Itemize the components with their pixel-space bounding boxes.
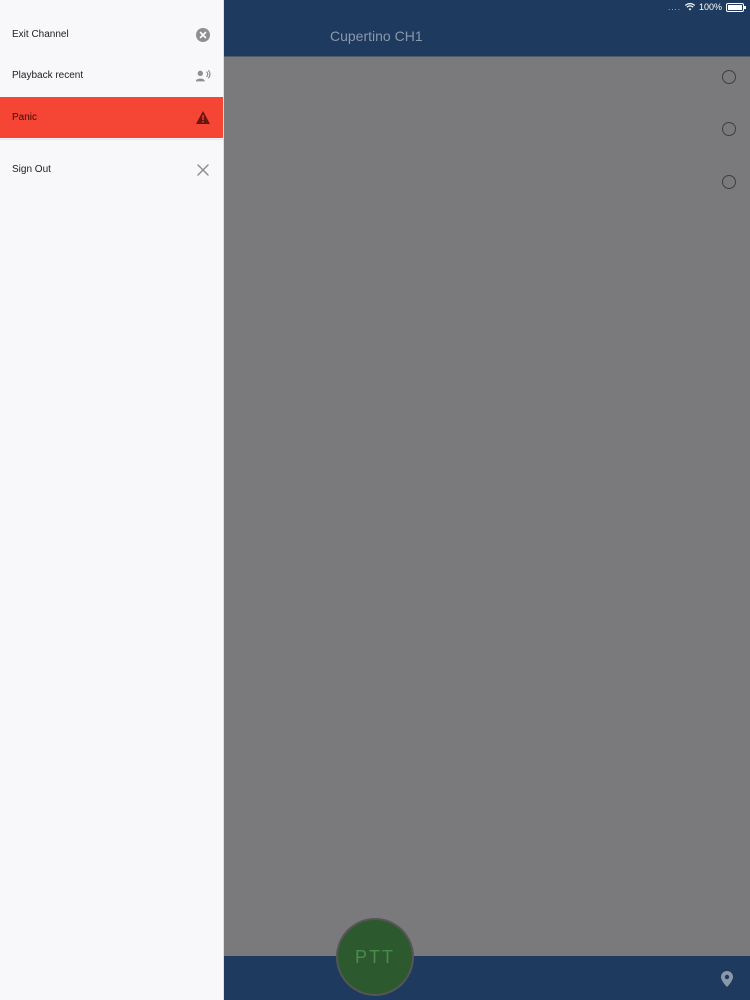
speaker-person-icon <box>195 68 211 84</box>
menu-item-label: Playback recent <box>12 70 84 81</box>
menu-item-playback-recent[interactable]: Playback recent <box>0 55 223 96</box>
menu-item-sign-out[interactable]: Sign Out <box>0 149 223 190</box>
channel-radio-1[interactable] <box>722 70 736 84</box>
side-drawer: Exit Channel Playback recent Panic Sign … <box>0 0 223 1000</box>
app-screen: .... 100% Cupertino CH1 PTT Exit Channel <box>0 0 750 1000</box>
channel-radio-3[interactable] <box>722 175 736 189</box>
menu-item-label: Exit Channel <box>12 29 69 40</box>
ptt-button[interactable]: PTT <box>338 920 412 994</box>
warning-icon <box>195 110 211 126</box>
menu-item-exit-channel[interactable]: Exit Channel <box>0 14 223 55</box>
menu-item-panic[interactable]: Panic <box>0 97 223 138</box>
menu-item-label: Sign Out <box>12 164 51 175</box>
location-pin-icon[interactable] <box>720 970 734 988</box>
channel-radio-2[interactable] <box>722 122 736 136</box>
battery-icon <box>726 2 746 12</box>
menu-item-label: Panic <box>12 112 38 123</box>
battery-percent: 100% <box>698 2 722 12</box>
channel-title: Cupertino CH1 <box>330 28 423 44</box>
wifi-icon <box>684 3 695 11</box>
close-icon <box>195 162 211 178</box>
close-circle-icon <box>195 27 211 43</box>
menu-divider <box>0 139 223 140</box>
signal-indicator: .... <box>668 2 681 12</box>
